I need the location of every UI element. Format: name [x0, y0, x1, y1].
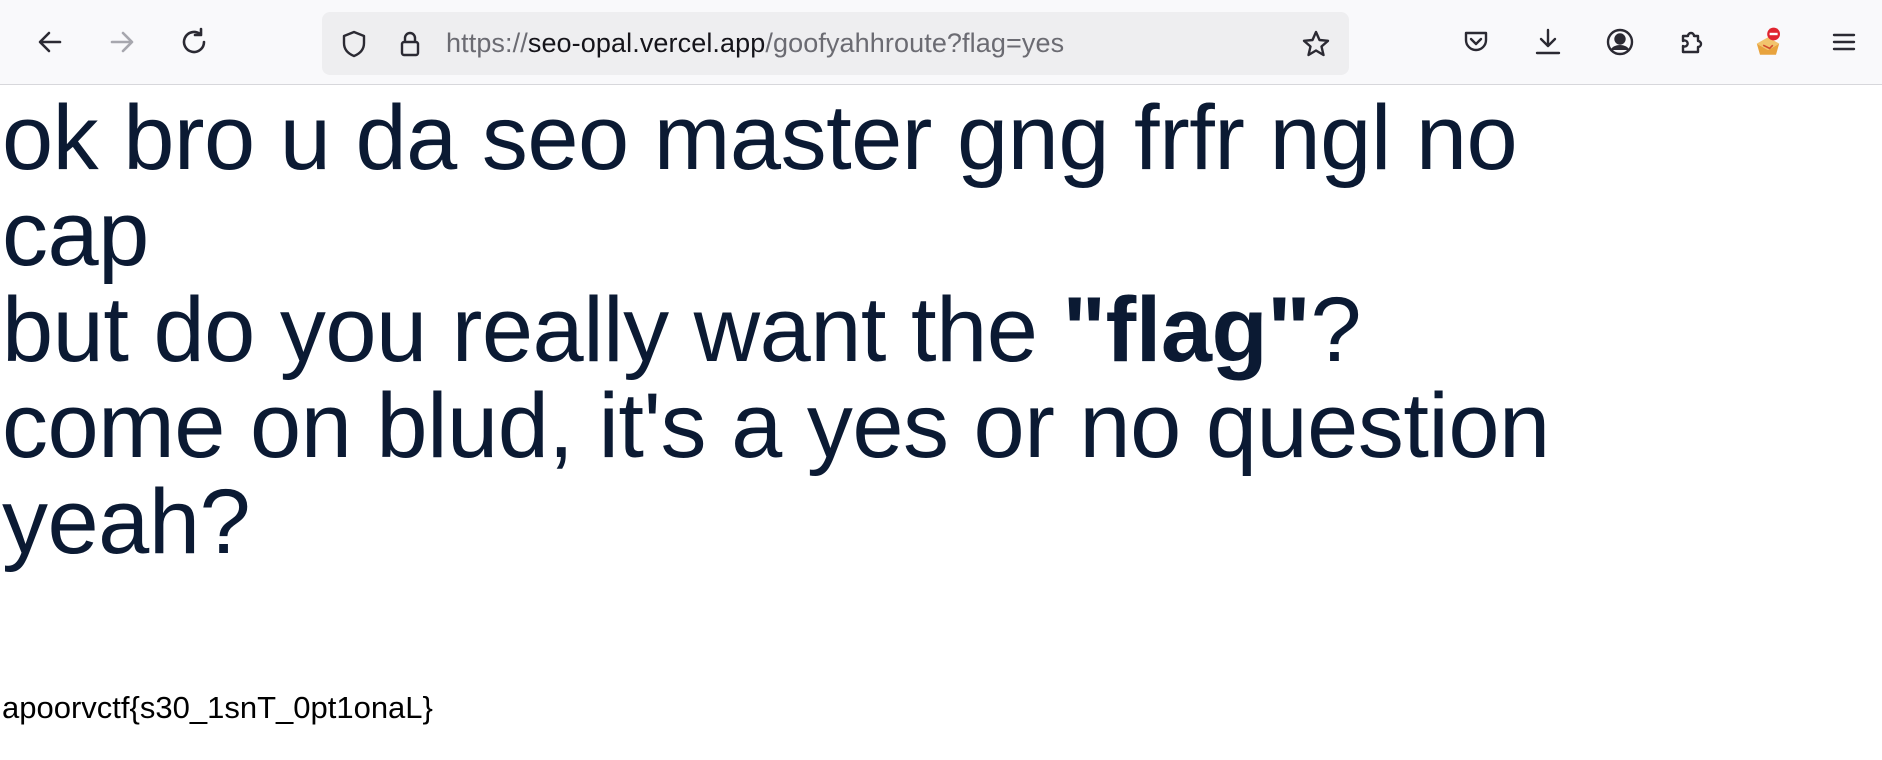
headline-line-1: ok bro u da seo master gng frfr ngl no [2, 87, 1518, 189]
menu-button[interactable] [1822, 20, 1866, 64]
reload-button[interactable] [172, 20, 216, 64]
arrow-right-icon [110, 31, 134, 53]
flag-text: apoorvctf{s30_1snT_0pt1onaL} [2, 690, 433, 725]
extension-badge-button[interactable] [1746, 20, 1790, 64]
account-icon [1606, 28, 1634, 56]
arrow-left-icon [38, 31, 62, 53]
url-text[interactable]: https://seo-opal.vercel.app/goofyahhrout… [446, 12, 1064, 75]
shield-icon [342, 30, 366, 58]
headline-line-2: cap [2, 183, 149, 285]
hamburger-menu-icon [1832, 33, 1856, 51]
extension-badge-icon [1756, 27, 1780, 55]
account-button[interactable] [1598, 20, 1642, 64]
tracking-protection-button[interactable] [336, 26, 372, 62]
headline-line-3: but do you really want the "flag"? [2, 282, 1762, 378]
downloads-button[interactable] [1526, 20, 1570, 64]
url-scheme: https:// [446, 28, 528, 58]
page-headline: ok bro u da seo master gng frfr ngl no c… [2, 90, 1762, 570]
page-content: ok bro u da seo master gng frfr ngl no c… [0, 86, 1882, 760]
url-bar[interactable]: https://seo-opal.vercel.app/goofyahhrout… [322, 12, 1349, 75]
headline-line-3-end: ? [1310, 279, 1361, 381]
lock-icon [400, 31, 420, 57]
bookmark-button[interactable] [1298, 26, 1334, 62]
forward-button[interactable] [100, 20, 144, 64]
headline-line-5: yeah? [2, 471, 251, 573]
connection-security-button[interactable] [392, 26, 428, 62]
download-icon [1535, 28, 1561, 55]
browser-toolbar: https://seo-opal.vercel.app/goofyahhrout… [0, 0, 1882, 85]
star-icon [1302, 30, 1330, 57]
pocket-button[interactable] [1454, 20, 1498, 64]
extensions-button[interactable] [1670, 20, 1714, 64]
url-path: /goofyahhroute?flag=yes [765, 28, 1065, 58]
headline-line-4: come on blud, it's a yes or no question [2, 375, 1550, 477]
reload-icon [182, 27, 206, 54]
puzzle-icon [1681, 31, 1703, 54]
url-host: seo-opal.vercel.app [527, 28, 766, 58]
back-button[interactable] [28, 20, 72, 64]
pocket-icon [1464, 31, 1488, 52]
headline-line-3-start: but do you really want the [2, 279, 1063, 381]
flag-emphasis: "flag" [1062, 279, 1311, 381]
